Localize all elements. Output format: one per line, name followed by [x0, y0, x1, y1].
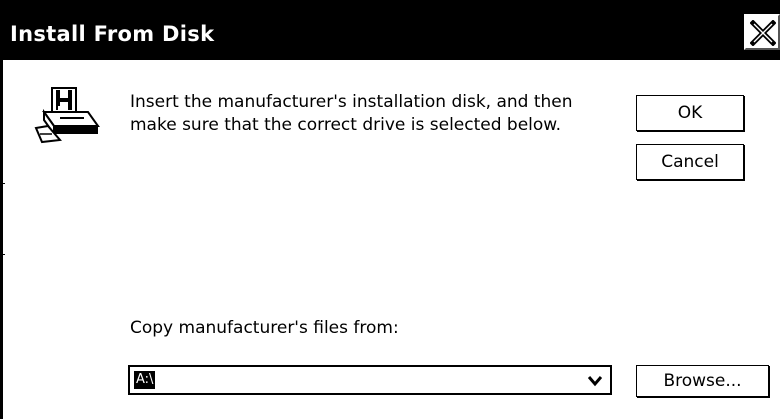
instruction-line-2: make sure that the correct drive is sele…	[130, 115, 562, 135]
cancel-button[interactable]: Cancel	[636, 144, 744, 180]
instruction-line-1: Insert the manufacturer's installation d…	[130, 92, 573, 112]
ok-button[interactable]: OK	[636, 95, 744, 131]
instruction-text: Insert the manufacturer's installation d…	[130, 91, 610, 137]
window-frame-left	[0, 60, 3, 419]
browse-button[interactable]: Browse...	[636, 365, 769, 397]
chevron-down-icon[interactable]	[588, 375, 602, 387]
title-bar[interactable]: Install From Disk	[0, 0, 780, 60]
window-title: Install From Disk	[10, 22, 215, 46]
close-icon	[750, 20, 776, 46]
close-button[interactable]	[744, 14, 780, 50]
copy-from-combobox[interactable]: A:\	[128, 365, 612, 395]
copy-from-label: Copy manufacturer's files from:	[130, 318, 399, 338]
frame-tick	[0, 254, 5, 255]
frame-tick	[0, 183, 5, 184]
install-disk-icon	[34, 87, 100, 144]
copy-from-value: A:\	[134, 371, 156, 389]
